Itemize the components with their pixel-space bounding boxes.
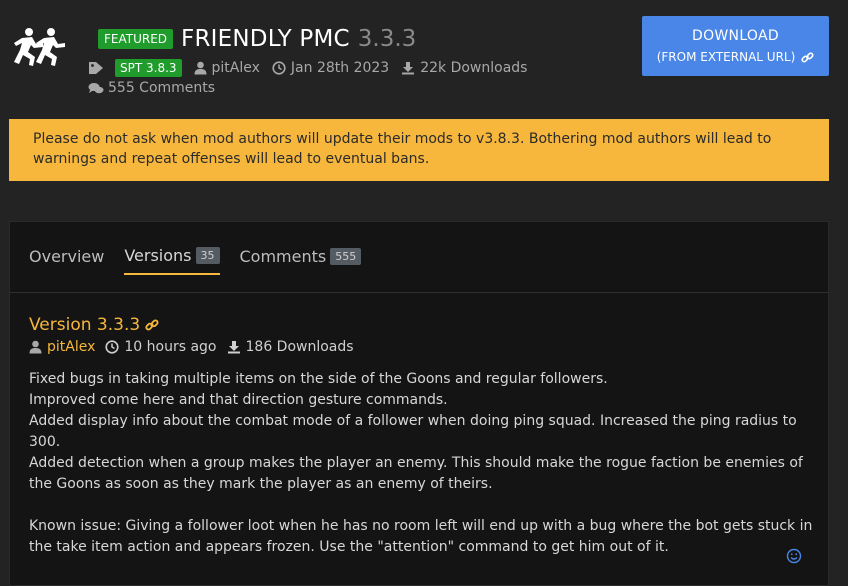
warning-text: Please do not ask when mod authors will …	[33, 131, 772, 167]
user-icon	[194, 61, 207, 75]
version-title[interactable]: Version 3.3.3	[29, 315, 159, 335]
version-author[interactable]: pitAlex	[47, 339, 95, 355]
version-notes: Fixed bugs in taking multiple items on t…	[29, 369, 819, 558]
known-issue: Known issue: Giving a follower loot when…	[29, 518, 813, 555]
tab-overview-label[interactable]: Overview	[29, 247, 104, 266]
content-panel: Overview Versions 35 Comments 555 Versio…	[9, 221, 829, 586]
mod-name: FRIENDLY PMC	[181, 26, 350, 52]
note-line: Fixed bugs in taking multiple items on t…	[29, 371, 608, 387]
download-icon	[402, 62, 415, 75]
warning-banner: Please do not ask when mod authors will …	[9, 119, 829, 181]
version-downloads: 186 Downloads	[245, 339, 354, 355]
user-icon	[29, 340, 42, 354]
mod-title-row: FEATURED FRIENDLY PMC 3.3.3	[98, 26, 416, 52]
note-line: Added display info about the combat mode…	[29, 413, 797, 450]
mod-meta-row: SPT 3.8.3 pitAlex Jan 28th 2023 22k Down…	[88, 59, 539, 77]
tab-versions-count: 35	[195, 247, 220, 264]
smiley-icon[interactable]	[786, 548, 802, 564]
link-icon	[801, 51, 814, 63]
comments-icon	[88, 82, 104, 93]
tab-versions[interactable]: Versions 35	[124, 246, 220, 275]
clock-icon	[272, 61, 286, 75]
tab-comments-label[interactable]: Comments	[240, 247, 327, 266]
download-sublabel-text: (FROM EXTERNAL URL)	[656, 50, 796, 64]
download-count: 22k Downloads	[420, 60, 528, 76]
version-meta: pitAlex 10 hours ago 186 Downloads	[29, 339, 364, 355]
download-label: DOWNLOAD	[692, 28, 779, 44]
release-date: Jan 28th 2023	[290, 60, 390, 76]
version-time: 10 hours ago	[124, 339, 217, 355]
runners-logo-icon[interactable]	[10, 26, 72, 68]
version-downloads-item: 186 Downloads	[227, 339, 354, 355]
tab-overview[interactable]: Overview	[29, 246, 104, 275]
tab-versions-label[interactable]: Versions	[124, 246, 191, 265]
link-icon[interactable]	[145, 318, 159, 332]
download-sublabel: (FROM EXTERNAL URL)	[657, 50, 815, 64]
note-line: Improved come here and that direction ge…	[29, 392, 448, 408]
comments-count-row[interactable]: 555 Comments	[88, 80, 215, 96]
spt-badge[interactable]: SPT 3.8.3	[115, 59, 182, 77]
tab-comments[interactable]: Comments 555	[240, 246, 362, 275]
featured-badge: FEATURED	[98, 29, 174, 49]
version-author-item[interactable]: pitAlex	[29, 339, 95, 355]
date-item: Jan 28th 2023	[272, 60, 389, 76]
note-line: Added detection when a group makes the p…	[29, 455, 803, 492]
downloads-item: 22k Downloads	[401, 60, 527, 76]
version-time-item: 10 hours ago	[105, 339, 217, 355]
tag-icon	[89, 62, 103, 74]
mod-version: 3.3.3	[357, 26, 417, 52]
download-icon	[227, 341, 240, 354]
notes-spacer	[29, 495, 819, 516]
author-item[interactable]: pitAlex	[194, 60, 260, 76]
download-button[interactable]: DOWNLOAD (FROM EXTERNAL URL)	[642, 16, 829, 76]
clock-icon	[105, 340, 119, 354]
version-title-text[interactable]: Version 3.3.3	[29, 315, 140, 335]
tab-divider	[10, 292, 828, 293]
tab-bar: Overview Versions 35 Comments 555	[29, 246, 381, 275]
tab-comments-count: 555	[330, 248, 362, 265]
comments-count[interactable]: 555 Comments	[108, 80, 215, 96]
spt-version-item: SPT 3.8.3	[88, 59, 182, 77]
author-name[interactable]: pitAlex	[212, 60, 260, 76]
